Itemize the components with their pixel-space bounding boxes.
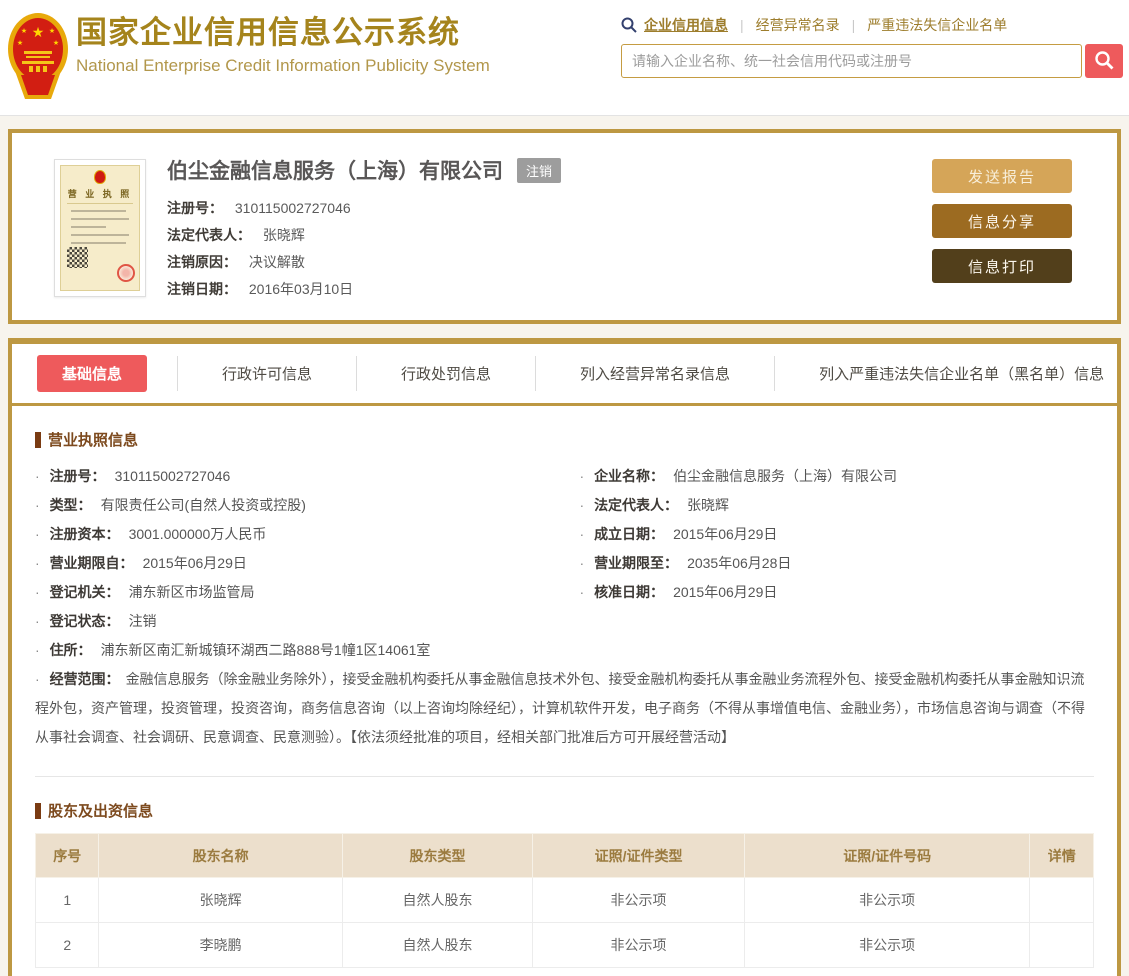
company-field-cancel-reason: 注销原因： 决议解散 bbox=[167, 254, 305, 270]
svg-text:★: ★ bbox=[53, 39, 59, 47]
col-index: 序号 bbox=[34, 833, 100, 878]
table-row: 2 李晓鹏 自然人股东 非公示项 非公示项 bbox=[34, 922, 1094, 968]
field-company-name: 企业名称：伯尘金融信息服务（上海）有限公司 bbox=[580, 462, 1095, 491]
field-legal-rep: 法定代表人：张晓辉 bbox=[580, 491, 1095, 520]
detail-card: 基础信息 行政许可信息 行政处罚信息 列入经营异常名录信息 列入严重违法失信企业… bbox=[8, 338, 1121, 976]
search-tab-illegal-list[interactable]: 严重违法失信企业名单 bbox=[867, 15, 1007, 35]
shareholders-table: 序号 股东名称 股东类型 证照/证件类型 证照/证件号码 详情 1 张晓辉 自然… bbox=[34, 833, 1094, 968]
svg-text:★: ★ bbox=[17, 39, 23, 47]
col-certificate-number: 证照/证件号码 bbox=[743, 833, 1031, 878]
empty-cell bbox=[580, 607, 1095, 636]
search-input[interactable] bbox=[621, 44, 1082, 78]
tab-administrative-penalty[interactable]: 行政处罚信息 bbox=[356, 356, 535, 391]
tab-abnormal-operations[interactable]: 列入经营异常名录信息 bbox=[535, 356, 774, 391]
license-emblem-icon bbox=[94, 170, 106, 184]
license-qr-code bbox=[67, 247, 88, 268]
detail-tabs: 基础信息 行政许可信息 行政处罚信息 列入经营异常名录信息 列入严重违法失信企业… bbox=[12, 344, 1117, 403]
section-divider bbox=[35, 776, 1094, 777]
site-subtitle: National Enterprise Credit Information P… bbox=[76, 56, 490, 75]
site-title: 国家企业信用信息公示系统 bbox=[76, 15, 460, 50]
table-row: 1 张晓辉 自然人股东 非公示项 非公示项 bbox=[34, 877, 1094, 923]
col-shareholder-type: 股东类型 bbox=[341, 833, 534, 878]
field-registration-status: 登记状态：注销 bbox=[35, 607, 550, 636]
svg-text:★: ★ bbox=[32, 24, 45, 40]
section-title-business-license: 营业执照信息 bbox=[35, 429, 1094, 450]
print-info-button[interactable]: 信息打印 bbox=[932, 249, 1072, 283]
license-seal-icon bbox=[117, 264, 135, 282]
field-regno: 注册号：310115002727046 bbox=[35, 462, 550, 491]
section-title-shareholders: 股东及出资信息 bbox=[35, 800, 1094, 821]
company-field-regno: 注册号： 310115002727046 bbox=[167, 200, 351, 216]
field-approval-date: 核准日期：2015年06月29日 bbox=[580, 578, 1095, 607]
tab-blacklist[interactable]: 列入严重违法失信企业名单（黑名单）信息 bbox=[774, 356, 1129, 391]
company-field-cancel-date: 注销日期： 2016年03月10日 bbox=[167, 281, 354, 297]
field-type: 类型：有限责任公司(自然人投资或控股) bbox=[35, 491, 550, 520]
table-header-row: 序号 股东名称 股东类型 证照/证件类型 证照/证件号码 详情 bbox=[34, 833, 1094, 878]
status-badge: 注销 bbox=[517, 157, 562, 183]
col-shareholder-name: 股东名称 bbox=[98, 833, 343, 878]
tab-administrative-license[interactable]: 行政许可信息 bbox=[177, 356, 356, 391]
company-summary-card: 营 业 执 照 伯尘金融信息服务（上海）有限公司 注销 注册号： 3101150… bbox=[8, 129, 1121, 324]
field-address: 住所：浦东新区南汇新城镇环湖西二路888号1幢1区14061室 bbox=[35, 636, 1094, 665]
field-registered-capital: 注册资本：3001.000000万人民币 bbox=[35, 520, 550, 549]
field-registration-authority: 登记机关：浦东新区市场监管局 bbox=[35, 578, 550, 607]
national-emblem-logo: ★ ★ ★ ★ ★ bbox=[7, 11, 69, 108]
col-certificate-type: 证照/证件类型 bbox=[532, 833, 745, 878]
send-report-button[interactable]: 发送报告 bbox=[932, 159, 1072, 193]
gold-divider bbox=[12, 403, 1117, 406]
field-business-scope: 经营范围：金融信息服务（除金融业务除外），接受金融机构委托从事金融信息技术外包、… bbox=[35, 665, 1094, 752]
search-button[interactable] bbox=[1085, 44, 1123, 78]
tab-separator: | bbox=[851, 17, 856, 33]
search-icon bbox=[621, 17, 637, 33]
field-establish-date: 成立日期：2015年06月29日 bbox=[580, 520, 1095, 549]
tab-separator: | bbox=[740, 17, 744, 33]
svg-text:★: ★ bbox=[49, 27, 55, 35]
business-license-thumbnail: 营 业 执 照 bbox=[54, 159, 146, 297]
share-info-button[interactable]: 信息分享 bbox=[932, 204, 1072, 238]
field-term-from: 营业期限自：2015年06月29日 bbox=[35, 549, 550, 578]
tab-basic-info[interactable]: 基础信息 bbox=[37, 355, 148, 392]
search-block: 企业信用信息 | 经营异常名录 | 严重违法失信企业名单 bbox=[621, 15, 1123, 78]
svg-text:★: ★ bbox=[21, 27, 27, 35]
company-field-legal-rep: 法定代表人： 张晓辉 bbox=[167, 227, 305, 243]
business-license-fields: 注册号：310115002727046 企业名称：伯尘金融信息服务（上海）有限公… bbox=[35, 462, 1094, 752]
col-details: 详情 bbox=[1029, 833, 1094, 878]
site-header: ★ ★ ★ ★ ★ 国家企业信用信息公示系统 National Enterpri… bbox=[0, 0, 1129, 116]
search-tab-enterprise-credit[interactable]: 企业信用信息 bbox=[644, 15, 728, 35]
company-name: 伯尘金融信息服务（上海）有限公司 bbox=[167, 160, 503, 183]
search-button-icon bbox=[1094, 50, 1114, 73]
search-tab-abnormal-list[interactable]: 经营异常名录 bbox=[756, 15, 840, 35]
field-term-to: 营业期限至：2035年06月28日 bbox=[580, 549, 1095, 578]
license-image-title: 营 业 执 照 bbox=[67, 189, 133, 199]
